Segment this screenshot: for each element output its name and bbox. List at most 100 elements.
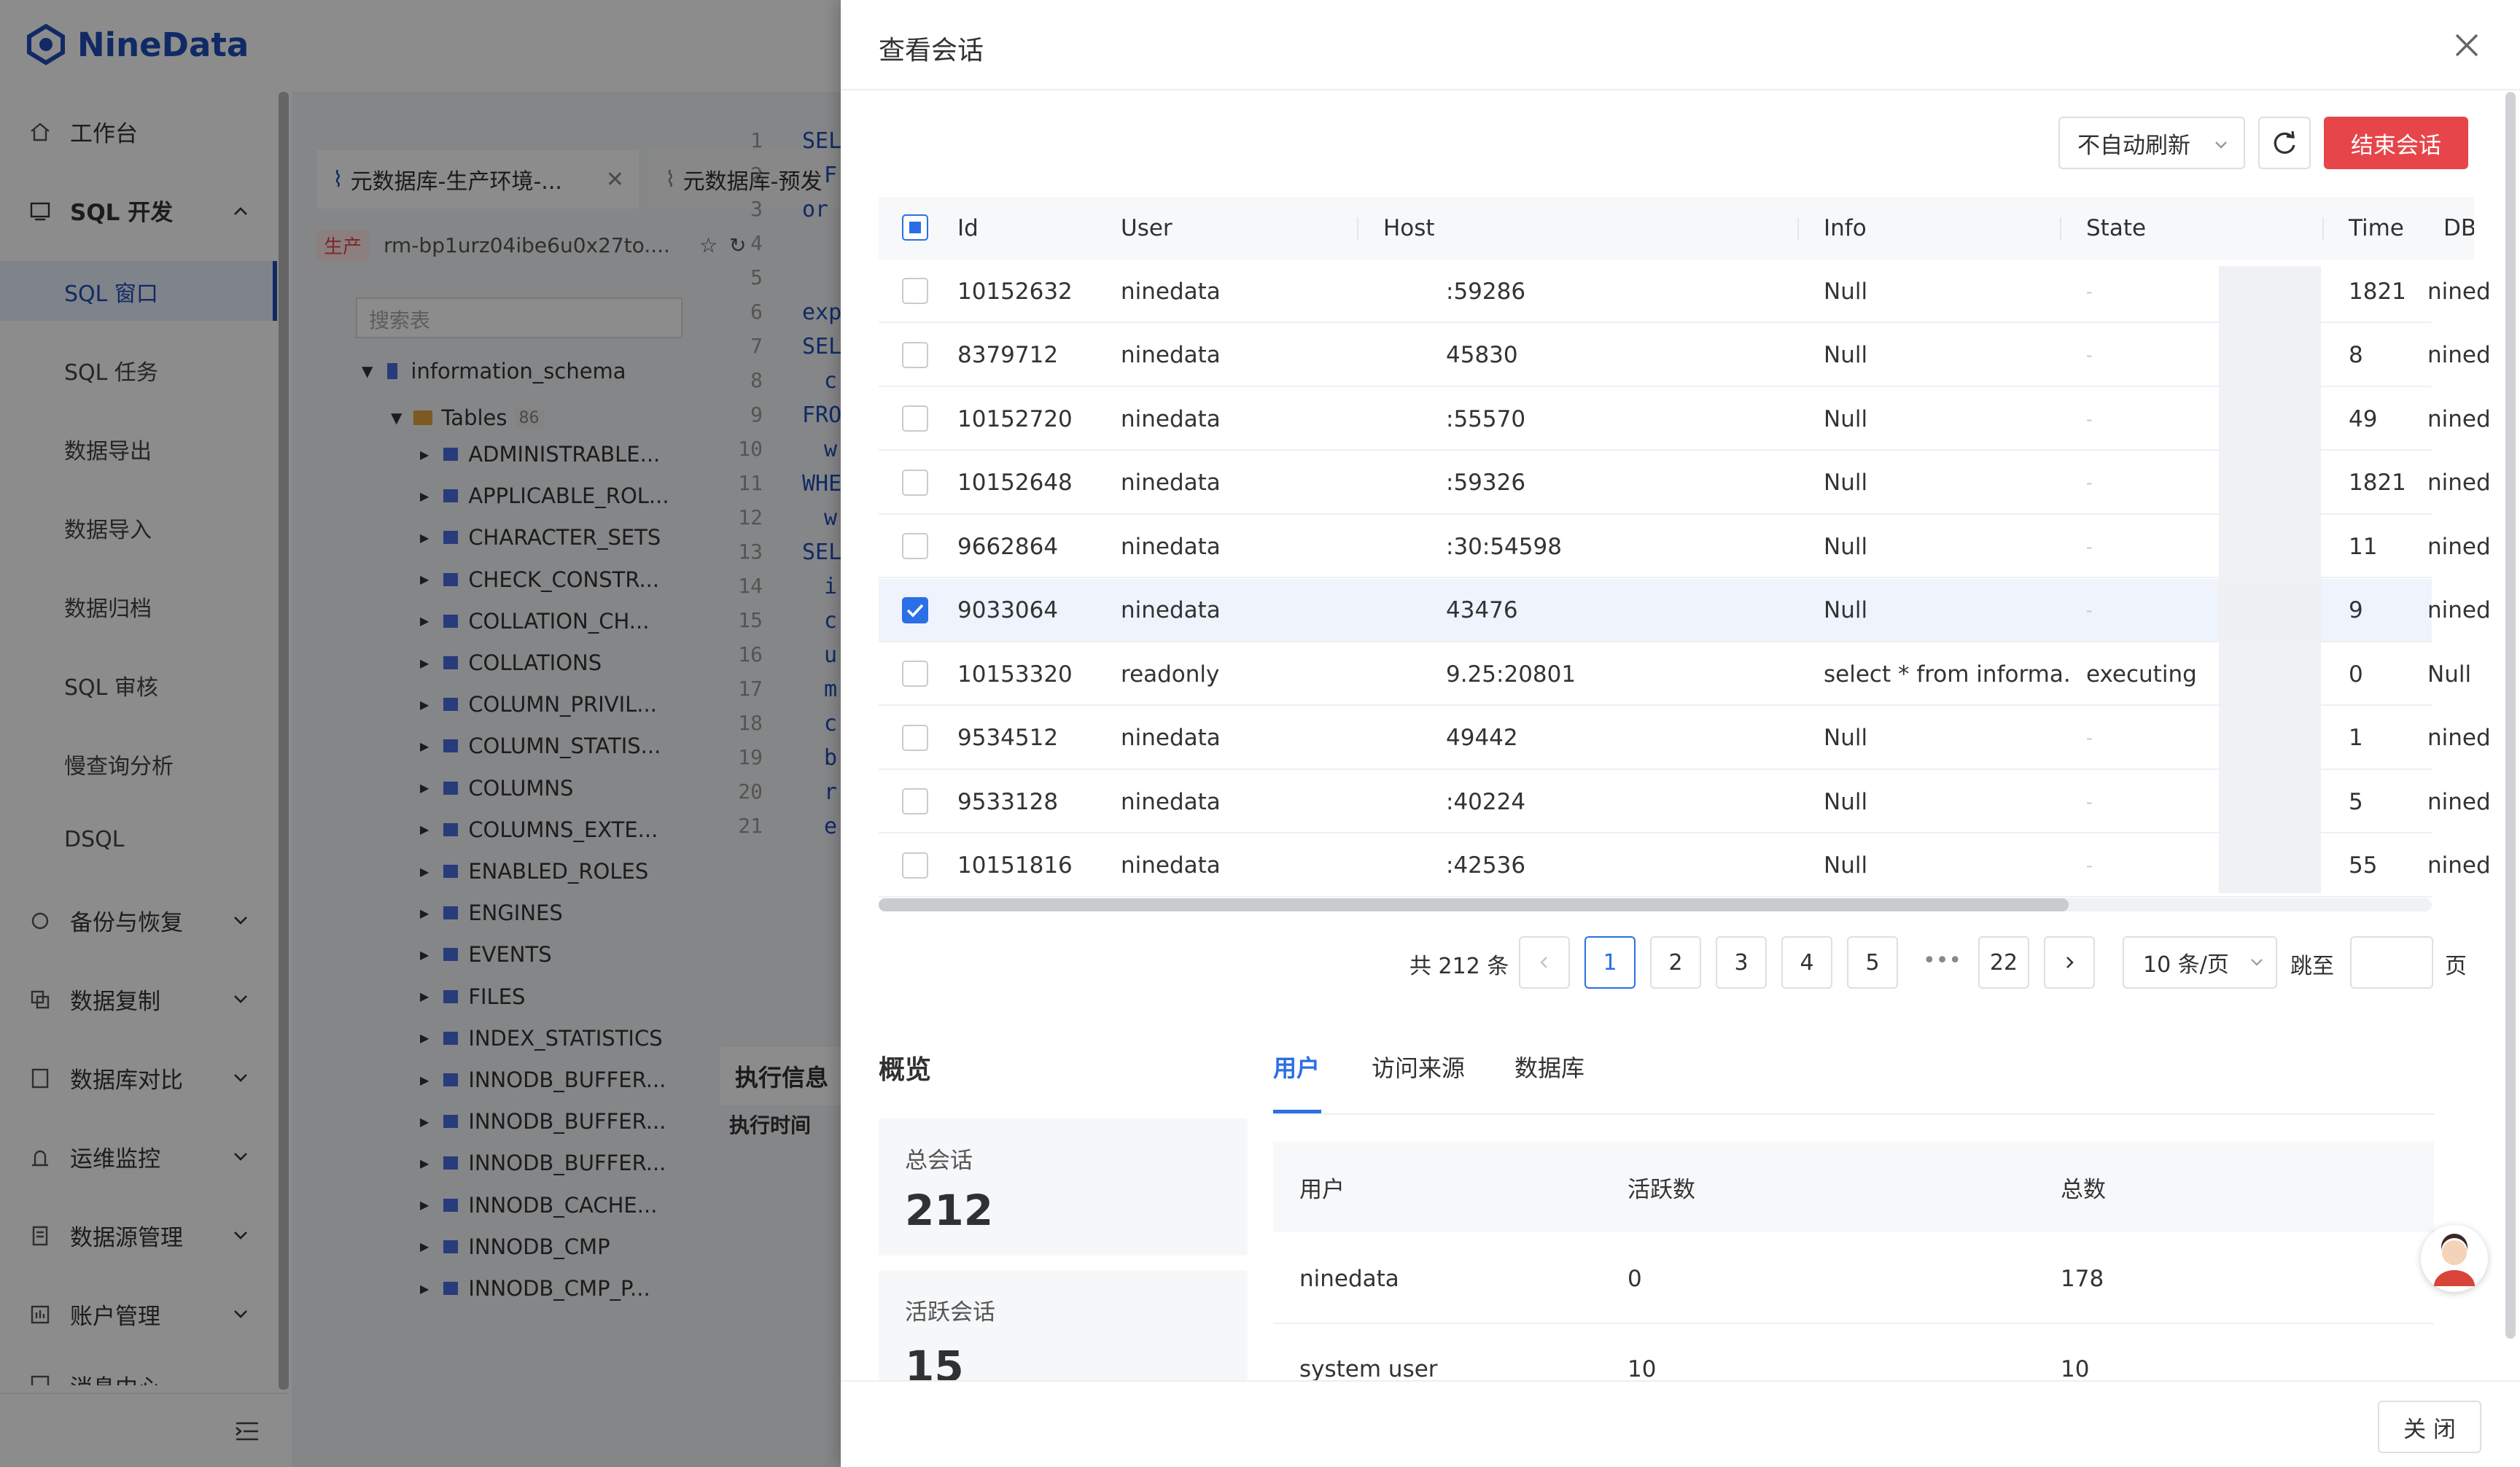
cell-user: ninedata	[1121, 597, 1221, 623]
column-header-user[interactable]: User	[1121, 197, 1172, 260]
table-row[interactable]: 9533128 ninedata:40224 Null - 5 ninedata	[879, 770, 2492, 833]
stats-cell-total: 178	[2061, 1266, 2104, 1292]
cell-user: readonly	[1121, 661, 1220, 688]
table-row[interactable]: 10152648 ninedata:59326 Null - 1821 ninedata	[879, 451, 2492, 515]
table-row[interactable]: 9033064 ninedata 43476 Null - 9 ninedata	[879, 578, 2492, 642]
table-horizontal-scrollbar[interactable]	[879, 898, 2432, 911]
cell-host: 49442	[1446, 725, 1518, 751]
kill-session-button[interactable]: 结束会话	[2324, 117, 2468, 169]
table-row[interactable]: 10151816 ninedata:42536 Null - 55 ninedata_	[879, 834, 2492, 898]
active-tab-ink	[1273, 1110, 1321, 1113]
pagination-page-3[interactable]: 3	[1716, 936, 1767, 989]
cell-host: :30:54598	[1446, 533, 1562, 560]
pagination-next[interactable]	[2044, 936, 2095, 989]
column-header-state[interactable]: State	[2086, 197, 2146, 260]
table-row[interactable]: 10153320 readonly 9.25:20801 select * from …	[879, 642, 2471, 706]
pagination-page-1[interactable]: 1	[1584, 936, 1636, 989]
chevron-left-icon	[1540, 957, 1547, 968]
row-checkbox[interactable]	[902, 278, 928, 304]
pagination-page-5[interactable]: 5	[1847, 936, 1898, 989]
close-drawer-button[interactable]: 关 闭	[2378, 1401, 2481, 1453]
column-header-time[interactable]: Time	[2349, 197, 2404, 260]
cell-host: 45830	[1446, 342, 1518, 368]
refresh-button[interactable]	[2258, 117, 2311, 169]
cell-time: 1	[2349, 725, 2363, 751]
table-row[interactable]: 10152632 ninedata:59286 Null - 1821 ninedata	[879, 260, 2492, 323]
table-row[interactable]: 10152720 ninedata:55570 Null - 49 ninedata	[879, 387, 2492, 451]
cell-user: ninedata	[1121, 533, 1221, 560]
cell-id: 8379712	[957, 342, 1059, 368]
cell-state: -	[2086, 345, 2093, 365]
row-checkbox[interactable]	[902, 341, 928, 368]
pagination-prev[interactable]	[1519, 936, 1570, 989]
stats-cell-active: 0	[1628, 1266, 1642, 1292]
overview-title: 概览	[879, 1055, 932, 1085]
total-sessions-label: 总会话	[905, 1148, 973, 1174]
tab-stats-database[interactable]: 数据库	[1514, 1050, 1584, 1083]
scrollbar-thumb[interactable]	[879, 898, 2069, 911]
cell-id: 10153320	[957, 661, 1073, 688]
row-checkbox[interactable]	[902, 852, 928, 879]
chevron-down-icon	[2215, 141, 2227, 149]
tab-stats-source[interactable]: 访问来源	[1372, 1050, 1465, 1083]
close-icon[interactable]	[2451, 29, 2483, 61]
tab-stats-user[interactable]: 用户	[1273, 1050, 1320, 1083]
stats-cell-user: ninedata	[1299, 1266, 1399, 1292]
cell-db: ninedata	[2427, 788, 2492, 815]
pagination-page-last[interactable]: 22	[1978, 936, 2029, 989]
cell-user: ninedata	[1121, 852, 1221, 879]
cell-host: :55570	[1446, 405, 1526, 432]
cell-state: -	[2086, 472, 2093, 493]
cell-host: :59326	[1446, 470, 1526, 496]
stats-cell-user: system user	[1299, 1356, 1438, 1380]
row-checkbox[interactable]	[902, 661, 928, 687]
column-divider	[2322, 217, 2324, 241]
cell-user: ninedata	[1121, 342, 1221, 368]
assistant-avatar[interactable]	[2421, 1225, 2488, 1292]
table-row[interactable]: 9662864 ninedata:30:54598 Null - 11 ninedata	[879, 515, 2492, 578]
jump-page-input[interactable]	[2350, 936, 2433, 989]
pagination-ellipsis[interactable]: •••	[1923, 948, 1961, 973]
row-checkbox[interactable]	[902, 533, 928, 559]
pagination-page-2[interactable]: 2	[1650, 936, 1701, 989]
stats-table-header: 用户 活跃数 总数	[1273, 1142, 2434, 1232]
row-checkbox[interactable]	[902, 596, 928, 623]
active-sessions-value: 15	[905, 1342, 964, 1380]
column-header-db[interactable]: DB	[2416, 197, 2474, 260]
cell-time: 1821	[2349, 278, 2406, 305]
drawer-vertical-scrollbar[interactable]	[2505, 92, 2516, 1339]
table-row[interactable]: 9534512 ninedata 49442 Null - 1 ninedata	[879, 707, 2492, 770]
page-size-select[interactable]: 10 条/页	[2123, 936, 2277, 989]
cell-time: 49	[2349, 405, 2378, 432]
cell-user: ninedata	[1121, 405, 1221, 432]
refresh-mode-select[interactable]: 不自动刷新	[2058, 117, 2245, 169]
column-header-info[interactable]: Info	[1824, 197, 1867, 260]
table-row[interactable]: 8379712 ninedata 45830 Null - 8 ninedata	[879, 324, 2492, 387]
row-checkbox[interactable]	[902, 469, 928, 496]
column-header-id[interactable]: Id	[957, 197, 979, 260]
cell-state: -	[2086, 855, 2093, 876]
modal-mask[interactable]	[0, 0, 841, 1467]
cell-host: :40224	[1446, 788, 1526, 815]
check-icon	[906, 604, 924, 618]
host-redaction-mask	[2219, 266, 2321, 893]
cell-time: 11	[2349, 533, 2378, 560]
cell-id: 9533128	[957, 788, 1059, 815]
cell-id: 9033064	[957, 597, 1059, 623]
total-sessions-value: 212	[905, 1186, 994, 1235]
cell-info: Null	[1824, 278, 1868, 305]
refresh-icon	[2274, 131, 2295, 154]
column-header-host[interactable]: Host	[1383, 197, 1435, 260]
cell-db: ninedata	[2427, 342, 2492, 368]
row-checkbox[interactable]	[902, 724, 928, 751]
select-all-checkbox[interactable]	[902, 214, 928, 241]
cell-state: executing	[2086, 661, 2197, 688]
cell-state: -	[2086, 600, 2093, 620]
row-checkbox[interactable]	[902, 405, 928, 432]
cell-db: ninedata	[2427, 597, 2492, 623]
chevron-down-icon	[2251, 959, 2263, 966]
row-checkbox[interactable]	[902, 788, 928, 814]
pagination-page-4[interactable]: 4	[1781, 936, 1832, 989]
cell-state: -	[2086, 281, 2093, 302]
cell-time: 8	[2349, 342, 2363, 368]
